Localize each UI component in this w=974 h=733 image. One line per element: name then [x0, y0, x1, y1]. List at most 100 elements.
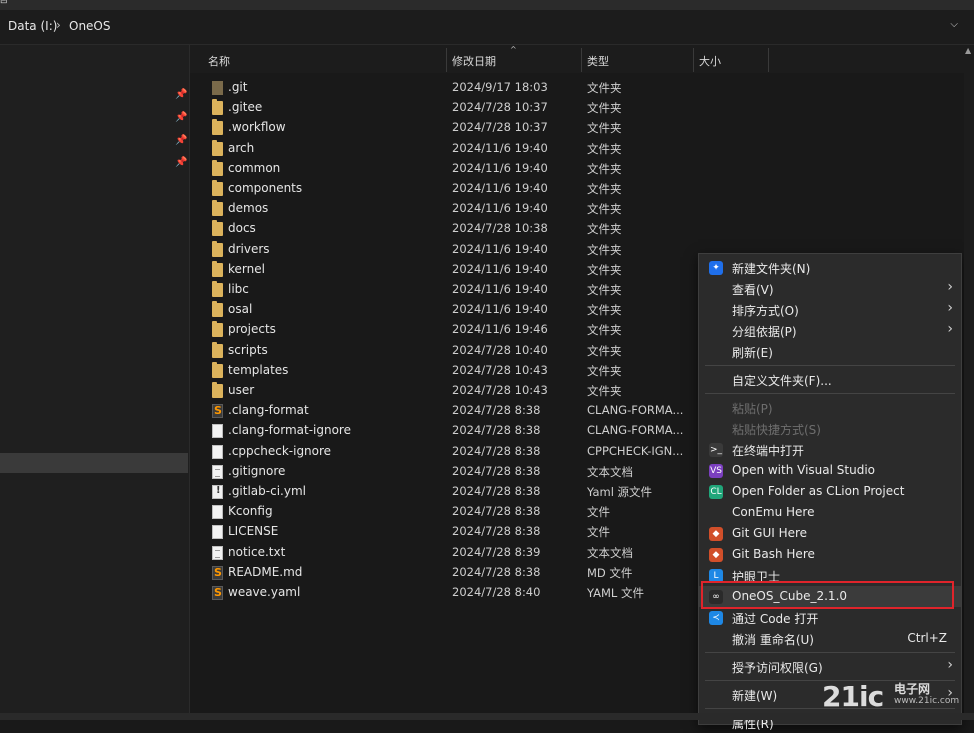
sublime-file-icon	[212, 404, 223, 419]
file-date: 2024/7/28 10:43	[452, 362, 548, 377]
file-name: templates	[228, 362, 289, 377]
menu-item[interactable]: 排序方式(O) ›	[699, 299, 961, 320]
file-type: 文件	[587, 525, 610, 540]
menu-item[interactable]: 刷新(E)	[699, 341, 961, 362]
breadcrumb-folder[interactable]: OneOS	[69, 19, 111, 33]
file-type: 文件夹	[587, 161, 622, 176]
file-row[interactable]: Kconfig 2024/7/28 8:38 文件	[190, 502, 710, 522]
pin-icon[interactable]: 📌	[175, 89, 187, 103]
file-name: demos	[228, 201, 269, 216]
column-divider[interactable]	[768, 48, 769, 72]
file-row[interactable]: LICENSE 2024/7/28 8:38 文件	[190, 522, 710, 542]
file-row[interactable]: .gitlab-ci.yml 2024/7/28 8:38 Yaml 源文件	[190, 482, 710, 502]
horizontal-scrollbar[interactable]	[0, 713, 974, 720]
file-date: 2024/7/28 8:38	[452, 463, 541, 478]
menu-item: 粘贴(P)	[699, 397, 961, 418]
menu-item[interactable]: VS Open with Visual Studio	[699, 460, 961, 481]
file-date: 2024/11/6 19:40	[452, 302, 548, 317]
folder-icon	[212, 99, 223, 116]
column-divider[interactable]	[693, 48, 694, 72]
file-type: 文件夹	[587, 343, 622, 358]
file-name: docs	[228, 221, 256, 236]
file-date: 2024/7/28 8:39	[452, 544, 541, 559]
menu-item[interactable]: 自定义文件夹(F)...	[699, 369, 961, 390]
chevron-down-icon[interactable]: ⌵	[950, 19, 958, 30]
file-row[interactable]: common 2024/11/6 19:40 文件夹	[190, 159, 710, 179]
file-row[interactable]: templates 2024/7/28 10:43 文件夹	[190, 361, 710, 381]
file-name: arch	[228, 140, 255, 155]
file-type: 文件夹	[587, 81, 622, 95]
menu-item[interactable]: ≺ 通过 Code 打开	[699, 607, 961, 628]
menu-item[interactable]: >_ 在终端中打开	[699, 439, 961, 460]
file-row[interactable]: projects 2024/11/6 19:46 文件夹	[190, 320, 710, 340]
file-row[interactable]: components 2024/11/6 19:40 文件夹	[190, 179, 710, 199]
watermark-cn: 电子网	[894, 682, 931, 696]
file-row[interactable]: .gitee 2024/7/28 10:37 文件夹	[190, 98, 710, 118]
menu-item-label: 粘贴(P)	[732, 402, 773, 416]
file-row[interactable]: weave.yaml 2024/7/28 8:40 YAML 文件	[190, 583, 710, 603]
file-row[interactable]: .workflow 2024/7/28 10:37 文件夹	[190, 118, 710, 138]
file-date: 2024/11/6 19:40	[452, 140, 548, 155]
folder-icon	[212, 180, 223, 196]
scroll-up-icon[interactable]: ▲	[965, 46, 971, 55]
menu-item[interactable]: ◆ Git GUI Here	[699, 523, 961, 544]
menu-item[interactable]: 撤消 重命名(U) Ctrl+Z	[699, 628, 961, 649]
file-row[interactable]: README.md 2024/7/28 8:38 MD 文件	[190, 563, 710, 583]
file-row[interactable]: demos 2024/11/6 19:40 文件夹	[190, 199, 710, 219]
column-type[interactable]: 类型	[587, 53, 609, 69]
file-row[interactable]: .git 2024/9/17 18:03 文件夹	[190, 78, 710, 98]
file-date: 2024/11/6 19:40	[452, 181, 548, 195]
column-size[interactable]: 大小	[699, 53, 721, 69]
chevron-right-icon: ›	[947, 321, 953, 337]
pin-icon[interactable]: 📌	[175, 157, 187, 171]
file-date: 2024/7/28 8:38	[452, 564, 541, 579]
breadcrumb-drive[interactable]: Data (I:)	[8, 19, 57, 33]
menu-item[interactable]: ✦ 新建文件夹(N)	[699, 257, 961, 278]
menu-item-label: 分组依据(P)	[732, 325, 797, 339]
menu-item[interactable]: CL Open Folder as CLion Project	[699, 481, 961, 502]
file-row[interactable]: user 2024/7/28 10:43 文件夹	[190, 381, 710, 401]
nav-item-selected[interactable]	[0, 453, 188, 473]
file-type: Yaml 源文件	[587, 485, 653, 499]
git-bash-icon: ◆	[709, 548, 723, 562]
column-divider[interactable]	[581, 48, 582, 72]
file-name: notice.txt	[228, 544, 286, 559]
file-row[interactable]: scripts 2024/7/28 10:40 文件夹	[190, 341, 710, 361]
file-type: 文件夹	[587, 182, 622, 196]
menu-item-label: Git Bash Here	[732, 547, 815, 561]
menu-item[interactable]: 分组依据(P) ›	[699, 320, 961, 341]
file-row[interactable]: drivers 2024/11/6 19:40 文件夹	[190, 240, 710, 260]
file-row[interactable]: .clang-format-ignore 2024/7/28 8:38 CLANG-…	[190, 421, 710, 441]
file-row[interactable]: libc 2024/11/6 19:40 文件夹	[190, 280, 710, 300]
menu-item-label: 新建(W)	[732, 689, 778, 703]
file-row[interactable]: .clang-format 2024/7/28 8:38 CLANG-FORMA..…	[190, 401, 710, 421]
pin-icon[interactable]: 📌	[175, 135, 187, 149]
file-row[interactable]: arch 2024/11/6 19:40 文件夹	[190, 139, 710, 159]
context-menu[interactable]: ✦ 新建文件夹(N) 查看(V) › 排序方式(O) › 分组依据(P) › 刷新(E) 自定义文…	[698, 253, 962, 731]
address-bar[interactable]: Data (I:) › OneOS ⌵	[0, 10, 974, 45]
menu-item[interactable]: 查看(V) ›	[699, 278, 961, 299]
file-row[interactable]: kernel 2024/11/6 19:40 文件夹	[190, 260, 710, 280]
chevron-right-icon[interactable]: ›	[56, 18, 61, 32]
navigation-pane[interactable]: 📌 📌 📌 📌	[0, 45, 190, 720]
file-icon	[212, 444, 223, 459]
file-name: .workflow	[228, 120, 286, 135]
column-date[interactable]: 修改日期	[452, 53, 496, 69]
column-name[interactable]: 名称	[208, 53, 230, 69]
file-row[interactable]: osal 2024/11/6 19:40 文件夹	[190, 300, 710, 320]
folder-icon	[212, 260, 223, 277]
column-divider[interactable]	[446, 48, 447, 72]
file-date: 2024/11/6 19:40	[452, 261, 548, 276]
chevron-right-icon: ›	[947, 300, 953, 316]
file-row[interactable]: docs 2024/7/28 10:38 文件夹	[190, 219, 710, 239]
folder-icon	[212, 81, 223, 95]
file-row[interactable]: .gitignore 2024/7/28 8:38 文本文档	[190, 462, 710, 482]
menu-item[interactable]: 授予访问权限(G) ›	[699, 656, 961, 677]
file-row[interactable]: .cppcheck-ignore 2024/7/28 8:38 CPPCHECK-I…	[190, 442, 710, 462]
pin-icon[interactable]: 📌	[175, 112, 187, 126]
menu-item[interactable]: ConEmu Here	[699, 502, 961, 523]
clion-icon: CL	[709, 485, 723, 499]
file-row[interactable]: notice.txt 2024/7/28 8:39 文本文档	[190, 543, 710, 563]
menu-item[interactable]: ◆ Git Bash Here	[699, 544, 961, 565]
vertical-scrollbar[interactable]: ▲	[964, 45, 974, 713]
